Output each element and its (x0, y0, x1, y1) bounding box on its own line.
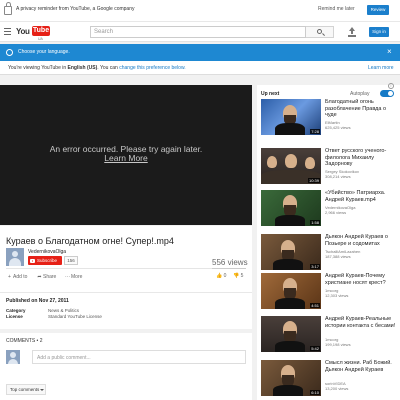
share-icon: ➦ (37, 274, 42, 280)
video-duration: 7:28 (310, 129, 320, 134)
video-player[interactable]: An error occurred. Please try again late… (0, 85, 252, 225)
autoplay-label: Autoplay (350, 91, 370, 97)
youtube-watch-page: A privacy reminder from YouTube, a Googl… (0, 0, 400, 400)
chevron-down-icon (40, 389, 44, 391)
recommended-video-title[interactable]: Дьякон Андрей Кураев о Позьере и содомит… (325, 234, 397, 247)
category-label: Category (6, 308, 26, 313)
video-thumbnail[interactable]: 5:42 (261, 316, 321, 352)
lock-icon (4, 2, 12, 15)
like-button[interactable]: 👍 0 (216, 273, 226, 279)
comment-input[interactable]: Add a public comment... (32, 350, 246, 364)
recommended-video[interactable]: 7:28 Благодатный огонь разоблачение Прав… (261, 99, 398, 137)
gear-icon (6, 49, 13, 56)
recommended-video[interactable]: 5:42 Андрей Кураев-Реальные истории конт… (261, 316, 398, 354)
video-title: Кураев о Благодатном огне! Супер!.mp4 (6, 236, 174, 246)
recommended-video[interactable]: 6:10 Смысл жизни. Раб Божий. Дьякон Андр… (261, 360, 398, 398)
recommended-video-title[interactable]: «Убийство» Патриарха. Андрей Кураев.mp4 (325, 190, 397, 203)
remind-later-link[interactable]: Remind me later (318, 6, 355, 12)
recommended-video-views: 2,966 views (325, 210, 347, 215)
search-button[interactable] (306, 26, 334, 38)
learn-more-link[interactable]: Learn more (368, 65, 394, 71)
player-learn-more-link[interactable]: Learn More (0, 154, 252, 163)
more-dots-icon: ··· (65, 274, 70, 280)
dislike-button[interactable]: 👎 5 (233, 273, 243, 279)
upload-icon[interactable] (348, 27, 356, 37)
comment-sort-dropdown[interactable]: Top comments (6, 384, 46, 395)
search-icon (317, 29, 322, 34)
recommended-video-views: 308,214 views (325, 174, 351, 179)
video-thumbnail[interactable]: 1:58 (261, 190, 321, 226)
current-language: English (US) (67, 65, 98, 71)
review-button[interactable]: Review (367, 5, 389, 15)
channel-name-link[interactable]: VedernikovaOlga (28, 249, 66, 255)
user-avatar (6, 350, 20, 364)
thumbs-up-icon: 👍 (216, 273, 223, 279)
license-label: License (6, 314, 23, 319)
recommended-video-views: 625,425 views (325, 125, 351, 130)
up-next-heading: Up next (261, 91, 280, 97)
comments-header: COMMENTS • 2 (6, 338, 43, 344)
masthead: You Tube UA Search Sign in (0, 22, 400, 42)
video-duration: 5:42 (310, 346, 320, 351)
logo-tube-text: Tube (32, 26, 50, 36)
share-button[interactable]: ➦Share (36, 274, 56, 280)
recommended-video[interactable]: 4:51 Андрей Кураев-Почему христиане нося… (261, 273, 398, 311)
like-ratio-bar (212, 268, 246, 269)
subscriber-count: 156 (64, 256, 78, 265)
view-count: 556 views (212, 258, 248, 267)
recommended-video-title[interactable]: Ответ русского ученого-филолога Михаилу … (325, 148, 397, 168)
recommended-video-title[interactable]: Смысл жизни. Раб Божий. Дьякон Андрей Ку… (325, 360, 397, 373)
recommended-video[interactable]: 10:39 Ответ русского ученого-филолога Ми… (261, 148, 398, 186)
logo-locale: UA (38, 37, 43, 41)
language-banner-title: Choose your language. (18, 49, 70, 55)
license-value: Standard YouTube License (48, 314, 102, 319)
privacy-reminder-text: A privacy reminder from YouTube, a Googl… (16, 6, 135, 12)
privacy-reminder-bar: A privacy reminder from YouTube, a Googl… (0, 0, 400, 22)
video-duration: 1:58 (310, 220, 320, 225)
video-duration: 6:10 (310, 390, 320, 395)
category-value[interactable]: News & Politics (48, 308, 79, 313)
plus-icon: + (8, 274, 11, 280)
video-duration: 4:51 (310, 303, 320, 308)
recommended-video-title[interactable]: Благодатный огонь разоблачение Правда о … (325, 99, 397, 119)
sign-in-button[interactable]: Sign in (369, 27, 389, 37)
video-thumbnail[interactable]: 6:10 (261, 360, 321, 396)
video-thumbnail[interactable]: 7:28 (261, 99, 321, 135)
channel-avatar[interactable] (6, 248, 24, 266)
player-error-message: An error occurred. Please try again late… (0, 145, 252, 163)
recommended-video-views: 199,198 views (325, 342, 351, 347)
recommended-video-title[interactable]: Андрей Кураев-Почему христиане носят кре… (325, 273, 397, 286)
video-thumbnail[interactable]: 3:17 (261, 234, 321, 270)
close-icon[interactable]: × (387, 47, 392, 56)
subscribe-button[interactable]: Subscribe (28, 256, 62, 265)
language-info-text: You're viewing YouTube in English (US). … (8, 65, 186, 71)
thumbs-down-icon: 👎 (233, 273, 240, 279)
language-banner: Choose your language. × (0, 44, 400, 61)
language-info-bar: You're viewing YouTube in English (US). … (0, 61, 400, 75)
video-duration: 3:17 (310, 264, 320, 269)
divider (6, 268, 246, 269)
youtube-play-icon (30, 258, 35, 263)
recommended-video-title[interactable]: Андрей Кураев-Реальные истории контакта … (325, 316, 397, 329)
info-icon[interactable]: i (388, 83, 394, 89)
more-button[interactable]: ···More (64, 274, 82, 280)
hamburger-menu-icon[interactable] (4, 28, 12, 36)
recommended-video[interactable]: 3:17 Дьякон Андрей Кураев о Позьере и со… (261, 234, 398, 272)
video-thumbnail[interactable]: 4:51 (261, 273, 321, 309)
video-duration: 10:39 (307, 178, 320, 183)
recommended-video-views: 12,303 views (325, 293, 349, 298)
logo-you-text: You (16, 27, 30, 36)
change-preference-link[interactable]: change this preference below. (119, 65, 185, 71)
search-input[interactable]: Search (90, 26, 306, 38)
publish-date: Published on Nov 27, 2011 (6, 298, 69, 304)
recommended-video-views: 13,200 views (325, 386, 349, 391)
recommended-video-views: 187,388 views (325, 254, 351, 259)
video-thumbnail[interactable]: 10:39 (261, 148, 321, 184)
autoplay-toggle[interactable] (380, 90, 394, 97)
recommended-video[interactable]: 1:58 «Убийство» Патриарха. Андрей Кураев… (261, 190, 398, 228)
add-to-button[interactable]: + Add to (6, 274, 27, 280)
